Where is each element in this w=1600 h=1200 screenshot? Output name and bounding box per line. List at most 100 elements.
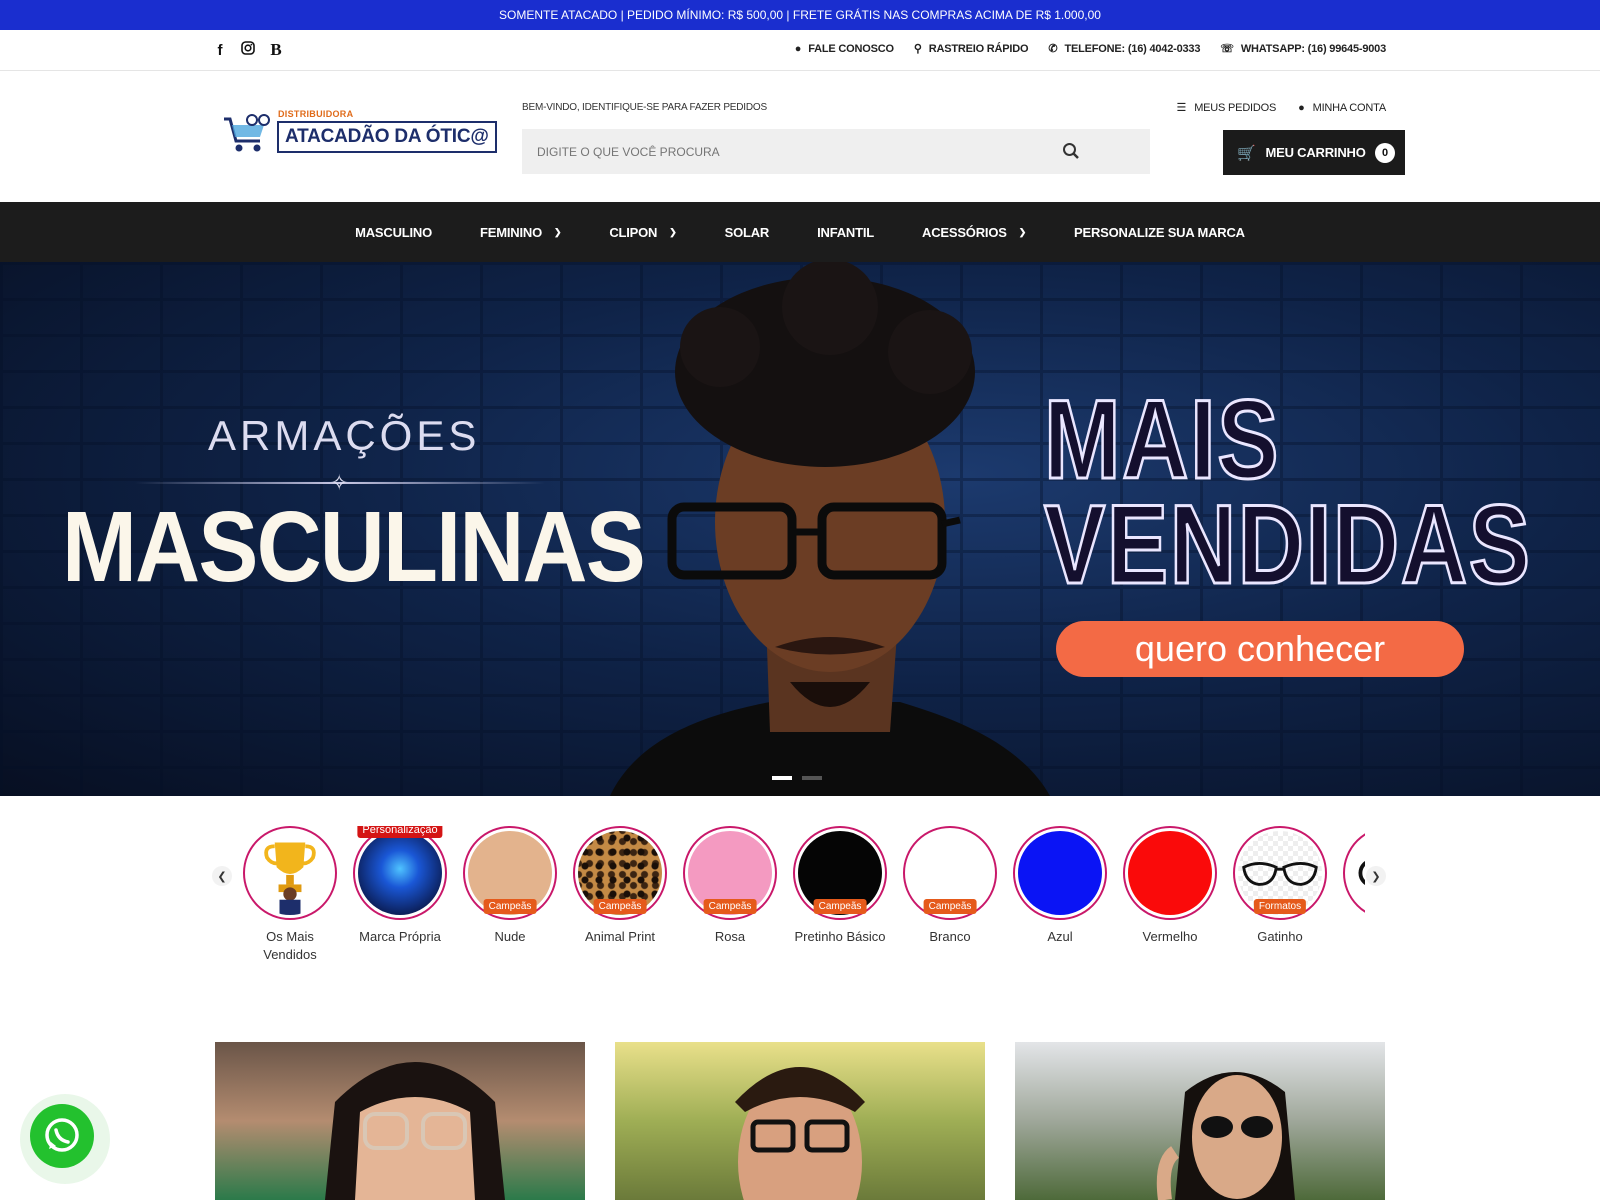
contact-label: FALE CONOSCO: [808, 42, 894, 55]
contact-link[interactable]: ● FALE CONOSCO: [795, 42, 894, 55]
category-label: Os Mais Vendidos: [263, 929, 317, 962]
promo-tile-masculino[interactable]: [615, 1042, 985, 1200]
list-icon: ☰: [1176, 102, 1187, 114]
carousel-next-icon[interactable]: ❯: [1366, 866, 1386, 886]
nav-item-feminino[interactable]: FEMININO ❯: [480, 224, 562, 240]
category-tag: Campeãs: [703, 899, 757, 914]
category-label: Nude: [494, 929, 526, 944]
my-account-label: MINHA CONTA: [1312, 101, 1387, 114]
nav-label: INFANTIL: [817, 224, 875, 240]
category-item[interactable]: Campeãs Nude: [460, 826, 560, 946]
whatsapp-icon: [30, 1104, 94, 1168]
site-header: DISTRIBUIDORA ATACADÃO DA ÓTIC@ BEM-VIND…: [0, 71, 1600, 202]
nav-label: FEMININO: [480, 224, 542, 240]
category-tag: Formatos: [1253, 899, 1307, 914]
category-item[interactable]: Campeãs Rosa: [680, 826, 780, 946]
slider-dot[interactable]: [802, 776, 822, 780]
hero-line-armacoes: ARMAÇÕES: [208, 412, 481, 459]
nav-item-acessorios[interactable]: ACESSÓRIOS ❯: [922, 225, 1026, 240]
nav-label: PERSONALIZE SUA MARCA: [1074, 224, 1245, 240]
my-orders-link[interactable]: ☰ MEUS PEDIDOS: [1176, 101, 1277, 115]
category-label: Marca Própria: [359, 929, 441, 944]
instagram-icon[interactable]: [241, 41, 255, 59]
category-tag: Campeãs: [483, 899, 537, 914]
tracking-link[interactable]: ⚲ RASTREIO RÁPIDO: [914, 42, 1029, 56]
social-links: f B: [213, 40, 283, 60]
carousel-prev-icon[interactable]: ❮: [212, 866, 232, 886]
account-links: ☰ MEUS PEDIDOS ● MINHA CONTA: [1176, 101, 1387, 115]
tracking-label: RASTREIO RÁPIDO: [928, 42, 1029, 55]
slider-dots: [772, 776, 822, 780]
woman-glasses-image: [325, 1062, 505, 1200]
category-item[interactable]: Personalização Marca Própria: [350, 826, 450, 946]
slider-dot[interactable]: [772, 776, 792, 780]
site-logo[interactable]: DISTRIBUIDORA ATACADÃO DA ÓTIC@: [222, 107, 502, 157]
announcement-text: SOMENTE ATACADO | PEDIDO MÍNIMO: R$ 500,…: [499, 8, 1101, 22]
category-label: Branco: [929, 929, 971, 944]
nav-item-personalize[interactable]: PERSONALIZE SUA MARCA: [1074, 225, 1245, 240]
man-glasses-image: [735, 1067, 865, 1200]
user-icon: ●: [1298, 101, 1305, 114]
cart-icon: 🛒: [1237, 144, 1256, 162]
nav-label: CLIPON: [609, 224, 658, 240]
my-account-link[interactable]: ● MINHA CONTA: [1298, 101, 1386, 114]
hero-line-vendidas: VENDIDAS: [1043, 482, 1532, 607]
category-item[interactable]: Campeãs Pretinho Básico: [790, 826, 890, 946]
category-item[interactable]: Campeãs Branco: [900, 826, 1000, 946]
main-nav: MASCULINO FEMININO ❯ CLIPON ❯ SOLAR INFANT…: [0, 202, 1600, 262]
nav-item-masculino[interactable]: MASCULINO: [355, 225, 432, 240]
promo-tile-solar[interactable]: [1015, 1042, 1385, 1200]
hero-line-masculinas: MASCULINAS: [62, 491, 646, 603]
round-glasses-icon: [1358, 861, 1365, 885]
chevron-down-icon: ❯: [669, 226, 677, 237]
utility-links: ● FALE CONOSCO ⚲ RASTREIO RÁPIDO ✆ TELEF…: [795, 42, 1386, 56]
hero-line-mais-vendidas: MAIS VENDIDAS: [1043, 377, 1532, 607]
category-label: Vermelho: [1142, 929, 1198, 944]
whatsapp-icon: ☏: [1220, 43, 1234, 55]
blog-icon[interactable]: B: [269, 40, 283, 60]
category-label: Gatinho: [1257, 929, 1303, 944]
hero-banner[interactable]: ARMAÇÕES ✧ MASCULINAS MAIS VENDIDAS quer…: [0, 262, 1600, 796]
phone-icon: ✆: [1048, 43, 1058, 55]
category-item[interactable]: R: [1340, 826, 1365, 946]
search-box: [522, 129, 1150, 174]
category-item[interactable]: Vermelho: [1120, 826, 1220, 946]
category-item[interactable]: Os Mais Vendidos: [240, 826, 340, 964]
phone-link[interactable]: ✆ TELEFONE: (16) 4042-0333: [1048, 42, 1200, 56]
search-icon[interactable]: [1062, 142, 1080, 160]
logo-subtitle: DISTRIBUIDORA: [278, 109, 354, 119]
promo-tile-feminino[interactable]: [215, 1042, 585, 1200]
category-tag: Campeãs: [923, 899, 977, 914]
category-carousel: ❮ Os Mais Vendidos Personalização Marca …: [212, 826, 1388, 966]
nav-item-infantil[interactable]: INFANTIL: [817, 225, 874, 240]
category-label: Animal Print: [584, 929, 656, 944]
category-label: R: [1340, 928, 1365, 946]
nav-item-solar[interactable]: SOLAR: [725, 225, 770, 240]
cart-logo-icon: [224, 114, 270, 152]
hero-model-image: [610, 262, 1050, 796]
hero-cta-button[interactable]: quero conhecer: [1056, 621, 1464, 677]
category-top-tag: Personalização: [357, 826, 443, 838]
category-strip: Os Mais Vendidos Personalização Marca Pr…: [240, 826, 1365, 966]
chevron-down-icon: ❯: [553, 226, 562, 237]
category-item[interactable]: Campeãs Animal Print: [570, 826, 670, 946]
chat-icon: ●: [794, 42, 802, 55]
facebook-icon[interactable]: f: [213, 42, 227, 59]
category-tag: Campeãs: [813, 899, 867, 914]
search-input[interactable]: [522, 129, 1082, 174]
chevron-down-icon: ❯: [1018, 226, 1027, 237]
cart-button[interactable]: 🛒 MEU CARRINHO 0: [1223, 130, 1405, 175]
category-item[interactable]: Azul: [1010, 826, 1110, 946]
announcement-bar: SOMENTE ATACADO | PEDIDO MÍNIMO: R$ 500,…: [0, 0, 1600, 30]
category-label: Azul: [1047, 929, 1073, 944]
woman-sunglasses-image: [1156, 1072, 1295, 1200]
trophy-icon: [264, 842, 316, 915]
nav-item-clipon[interactable]: CLIPON ❯: [609, 225, 676, 240]
category-item[interactable]: Formatos Gatinho: [1230, 826, 1330, 946]
cart-count-badge: 0: [1375, 143, 1395, 163]
whatsapp-link[interactable]: ☏ WHATSAPP: (16) 99645-9003: [1220, 42, 1386, 56]
whatsapp-float-button[interactable]: [20, 1094, 110, 1184]
whatsapp-label: WHATSAPP: (16) 99645-9003: [1240, 42, 1386, 55]
utility-bar: f B ● FALE CONOSCO ⚲ RASTREIO RÁPIDO ✆ T…: [0, 30, 1600, 71]
hero-line-mais: MAIS: [1043, 377, 1281, 502]
